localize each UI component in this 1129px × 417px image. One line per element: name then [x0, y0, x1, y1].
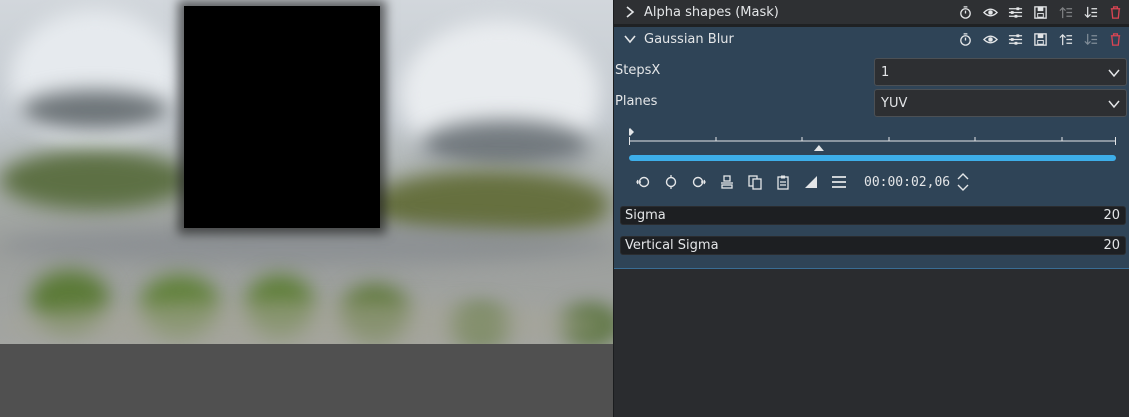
- combobox-value: YUV: [881, 96, 908, 111]
- effect-title: Alpha shapes (Mask): [644, 4, 779, 20]
- eye-icon[interactable]: [983, 32, 998, 47]
- effect-title: Gaussian Blur: [644, 31, 734, 47]
- curve-icon: [805, 176, 817, 188]
- effect-gaussian-blur: Gaussian Blur StepsX 1 Planes YUV 00:00:…: [614, 27, 1129, 269]
- eye-icon[interactable]: [983, 5, 998, 20]
- slider-value: 20: [1103, 238, 1120, 253]
- effect-header-alpha-shapes[interactable]: Alpha shapes (Mask): [614, 0, 1129, 24]
- paste-icon: [777, 175, 789, 190]
- add-keyframe-icon: [665, 175, 677, 189]
- chevron-down-icon: [1108, 100, 1120, 109]
- param-row-stepsx: StepsX 1: [614, 56, 1129, 86]
- param-row-planes: Planes YUV: [614, 87, 1129, 117]
- copy-icon: [748, 175, 762, 190]
- sliders-icon[interactable]: [1008, 5, 1023, 20]
- move-down-icon[interactable]: [1083, 32, 1098, 47]
- keyframe-timecode[interactable]: 00:00:02,06: [864, 175, 950, 190]
- keyframe-menu-button[interactable]: [830, 173, 848, 191]
- trash-icon[interactable]: [1108, 32, 1123, 47]
- trash-icon[interactable]: [1108, 5, 1123, 20]
- chevron-right-icon[interactable]: [624, 5, 636, 19]
- video-frame: [0, 0, 613, 344]
- combobox-value: 1: [881, 65, 890, 80]
- chevron-down-icon[interactable]: [624, 32, 636, 46]
- slider-label: Vertical Sigma: [625, 238, 719, 253]
- timecode-spinner-icon[interactable]: [956, 171, 970, 193]
- playhead-marker[interactable]: [813, 145, 824, 151]
- next-keyframe-icon: [692, 176, 706, 188]
- stepsx-combobox[interactable]: 1: [874, 58, 1127, 86]
- keyframe-ruler[interactable]: [629, 127, 1116, 151]
- prev-keyframe-icon: [636, 176, 650, 188]
- vertical-sigma-slider[interactable]: Vertical Sigma 20: [620, 236, 1126, 255]
- align-icon: [721, 175, 733, 189]
- keyframe-progress-bar: [629, 155, 1116, 161]
- slider-label: Sigma: [625, 208, 666, 223]
- move-up-icon[interactable]: [1058, 32, 1073, 47]
- add-keyframe-button[interactable]: [662, 173, 680, 191]
- effect-stack-panel: Alpha shapes (Mask) Gaussian Blur StepsX…: [613, 0, 1129, 417]
- prev-keyframe-button[interactable]: [634, 173, 652, 191]
- move-down-icon[interactable]: [1083, 5, 1098, 20]
- sliders-icon[interactable]: [1008, 32, 1023, 47]
- param-label: StepsX: [615, 63, 661, 78]
- timer-icon[interactable]: [958, 32, 973, 47]
- align-keyframe-button[interactable]: [718, 173, 736, 191]
- keyframe-marker[interactable]: [629, 128, 634, 136]
- copy-keyframe-button[interactable]: [746, 173, 764, 191]
- next-keyframe-button[interactable]: [690, 173, 708, 191]
- save-icon[interactable]: [1033, 5, 1048, 20]
- alpha-mask-rectangle[interactable]: [184, 6, 380, 228]
- sigma-slider[interactable]: Sigma 20: [620, 206, 1126, 225]
- menu-icon: [832, 176, 846, 188]
- planes-combobox[interactable]: YUV: [874, 89, 1127, 117]
- param-label: Planes: [615, 94, 658, 109]
- paste-keyframe-button[interactable]: [774, 173, 792, 191]
- curve-type-button[interactable]: [802, 173, 820, 191]
- timer-icon[interactable]: [958, 5, 973, 20]
- save-icon[interactable]: [1033, 32, 1048, 47]
- keyframe-toolbar: 00:00:02,06: [634, 171, 970, 193]
- slider-value: 20: [1103, 208, 1120, 223]
- clip-monitor: [0, 0, 613, 417]
- effect-header-gaussian-blur[interactable]: Gaussian Blur: [614, 27, 1129, 51]
- chevron-down-icon: [1108, 69, 1120, 78]
- move-up-icon[interactable]: [1058, 5, 1073, 20]
